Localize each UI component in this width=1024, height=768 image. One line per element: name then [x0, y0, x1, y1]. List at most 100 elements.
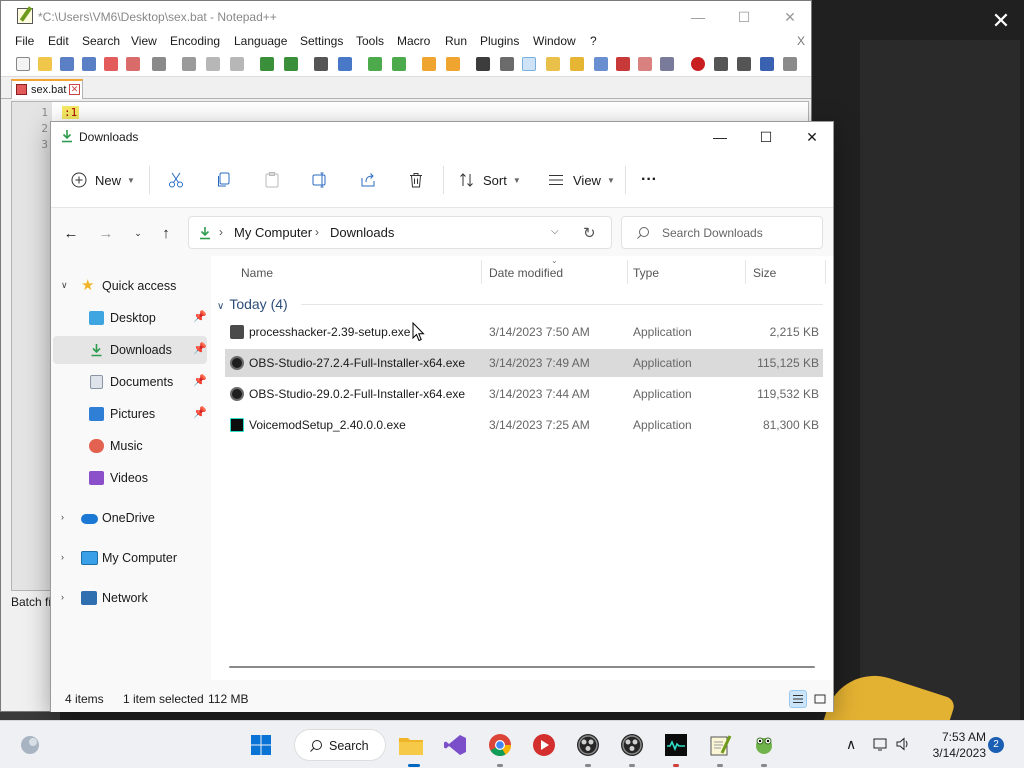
- column-header-name[interactable]: Name: [241, 266, 273, 280]
- new-button[interactable]: New ▼: [71, 168, 135, 192]
- menu-run[interactable]: Run: [445, 34, 467, 48]
- save-icon[interactable]: [60, 57, 74, 71]
- expand-chevron-icon[interactable]: ›: [61, 592, 64, 602]
- expand-chevron-icon[interactable]: ∨: [61, 280, 68, 291]
- start-button[interactable]: [247, 731, 275, 759]
- refresh-icon[interactable]: ↻: [583, 224, 596, 242]
- undo-icon[interactable]: [260, 57, 274, 71]
- expand-chevron-icon[interactable]: ›: [61, 512, 64, 522]
- file-explorer-icon[interactable]: [397, 731, 425, 759]
- view-button[interactable]: View ▼: [547, 168, 615, 192]
- menu-settings[interactable]: Settings: [300, 34, 343, 48]
- sidebar-item-quick-access[interactable]: ∨ ★ Quick access: [53, 272, 207, 300]
- copy-button[interactable]: [215, 168, 233, 192]
- media-player-icon[interactable]: [530, 731, 558, 759]
- explorer-close-button[interactable]: ✕: [789, 124, 835, 150]
- notepad-titlebar[interactable]: *C:\Users\VM6\Desktop\sex.bat - Notepad+…: [1, 1, 811, 33]
- stop-macro-icon[interactable]: [714, 57, 728, 71]
- replace-icon[interactable]: [338, 57, 352, 71]
- details-view-button[interactable]: [789, 690, 807, 708]
- explorer-minimize-button[interactable]: —: [697, 124, 743, 150]
- sidebar-item-videos[interactable]: Videos: [53, 464, 207, 492]
- widgets-icon[interactable]: [16, 731, 44, 759]
- address-bar[interactable]: › My Computer › Downloads ⌵ ↻: [188, 216, 612, 249]
- open-file-icon[interactable]: [38, 57, 52, 71]
- sidebar-item-onedrive[interactable]: › OneDrive: [53, 504, 207, 532]
- new-file-icon[interactable]: [16, 57, 30, 71]
- visual-studio-icon[interactable]: [441, 731, 469, 759]
- folder-workspace-icon[interactable]: [594, 57, 608, 71]
- play-macro-icon[interactable]: [737, 57, 751, 71]
- notepad-close-button[interactable]: ✕: [767, 5, 813, 29]
- recent-locations-chevron-icon[interactable]: ⌄: [129, 224, 147, 242]
- breadcrumb-my-computer[interactable]: My Computer: [234, 225, 312, 240]
- tab-close-icon[interactable]: ✕: [69, 84, 80, 95]
- obs-studio-icon[interactable]: [574, 731, 602, 759]
- notepad-maximize-button[interactable]: ☐: [721, 5, 767, 29]
- rename-button[interactable]: [311, 168, 329, 192]
- see-more-button[interactable]: ···: [641, 168, 657, 192]
- notepad-plus-plus-icon[interactable]: [706, 731, 734, 759]
- eye-icon[interactable]: [660, 57, 674, 71]
- chrome-icon[interactable]: [486, 731, 514, 759]
- menu-tools[interactable]: Tools: [356, 34, 384, 48]
- horizontal-scrollbar[interactable]: [229, 666, 815, 668]
- cut-button[interactable]: [167, 168, 185, 192]
- menu-macro[interactable]: Macro: [397, 34, 430, 48]
- record-macro-icon[interactable]: [691, 57, 705, 71]
- print-icon[interactable]: [152, 57, 166, 71]
- column-divider[interactable]: [825, 260, 826, 284]
- share-button[interactable]: [359, 168, 377, 192]
- column-header-size[interactable]: Size: [753, 266, 776, 280]
- paste-button[interactable]: [263, 168, 281, 192]
- taskbar-search-button[interactable]: Search: [294, 729, 386, 761]
- menu-search[interactable]: Search: [82, 34, 120, 48]
- menu-plugins[interactable]: Plugins: [480, 34, 519, 48]
- menu-encoding[interactable]: Encoding: [170, 34, 220, 48]
- show-all-chars-icon[interactable]: [500, 57, 514, 71]
- column-divider[interactable]: [627, 260, 628, 284]
- notification-badge[interactable]: 2: [988, 737, 1004, 753]
- tiles-view-button[interactable]: [811, 690, 829, 708]
- menu-help[interactable]: ?: [590, 34, 597, 48]
- close-file-icon[interactable]: [104, 57, 118, 71]
- sidebar-item-desktop[interactable]: Desktop 📌: [53, 304, 207, 332]
- menu-view[interactable]: View: [131, 34, 157, 48]
- sync-scroll-h-icon[interactable]: [446, 57, 460, 71]
- menu-close-doc[interactable]: X: [797, 34, 805, 48]
- back-arrow-icon[interactable]: ←: [62, 224, 80, 242]
- sidebar-item-my-computer[interactable]: › My Computer: [53, 544, 207, 572]
- network-status-icon[interactable]: [872, 736, 888, 752]
- explorer-titlebar[interactable]: Downloads — ☐ ✕: [51, 122, 833, 152]
- up-arrow-icon[interactable]: ↑: [157, 224, 175, 242]
- clock[interactable]: 7:53 AM 3/14/2023: [922, 729, 986, 761]
- menu-window[interactable]: Window: [533, 34, 576, 48]
- table-row[interactable]: VoicemodSetup_2.40.0.0.exe 3/14/2023 7:2…: [225, 411, 823, 439]
- sort-button[interactable]: Sort ▼: [459, 168, 521, 192]
- sidebar-item-pictures[interactable]: Pictures 📌: [53, 400, 207, 428]
- word-wrap-icon[interactable]: [476, 57, 490, 71]
- expand-chevron-icon[interactable]: ›: [61, 552, 64, 562]
- show-hidden-icons-chevron-icon[interactable]: ∧: [846, 736, 856, 753]
- notepad-minimize-button[interactable]: —: [675, 5, 721, 29]
- cut-icon[interactable]: [182, 57, 196, 71]
- forward-arrow-icon[interactable]: →: [97, 224, 115, 242]
- monitoring-icon[interactable]: [638, 57, 652, 71]
- redo-icon[interactable]: [284, 57, 298, 71]
- close-all-icon[interactable]: [126, 57, 140, 71]
- desktop-close-icon[interactable]: ✕: [988, 8, 1014, 34]
- sync-scroll-v-icon[interactable]: [422, 57, 436, 71]
- table-row[interactable]: processhacker-2.39-setup.exe 3/14/2023 7…: [225, 318, 823, 346]
- table-row[interactable]: OBS-Studio-27.2.4-Full-Installer-x64.exe…: [225, 349, 823, 377]
- menu-edit[interactable]: Edit: [48, 34, 69, 48]
- table-row[interactable]: OBS-Studio-29.0.2-Full-Installer-x64.exe…: [225, 380, 823, 408]
- sidebar-item-downloads[interactable]: Downloads 📌: [53, 336, 207, 364]
- tab-sex-bat[interactable]: sex.bat ✕: [11, 79, 83, 99]
- save-macro-icon[interactable]: [783, 57, 797, 71]
- save-all-icon[interactable]: [82, 57, 96, 71]
- voicemod-icon[interactable]: [662, 731, 690, 759]
- zoom-out-icon[interactable]: [392, 57, 406, 71]
- run-macro-multiple-icon[interactable]: [760, 57, 774, 71]
- sidebar-item-network[interactable]: › Network: [53, 584, 207, 612]
- doc-list-icon[interactable]: [616, 57, 630, 71]
